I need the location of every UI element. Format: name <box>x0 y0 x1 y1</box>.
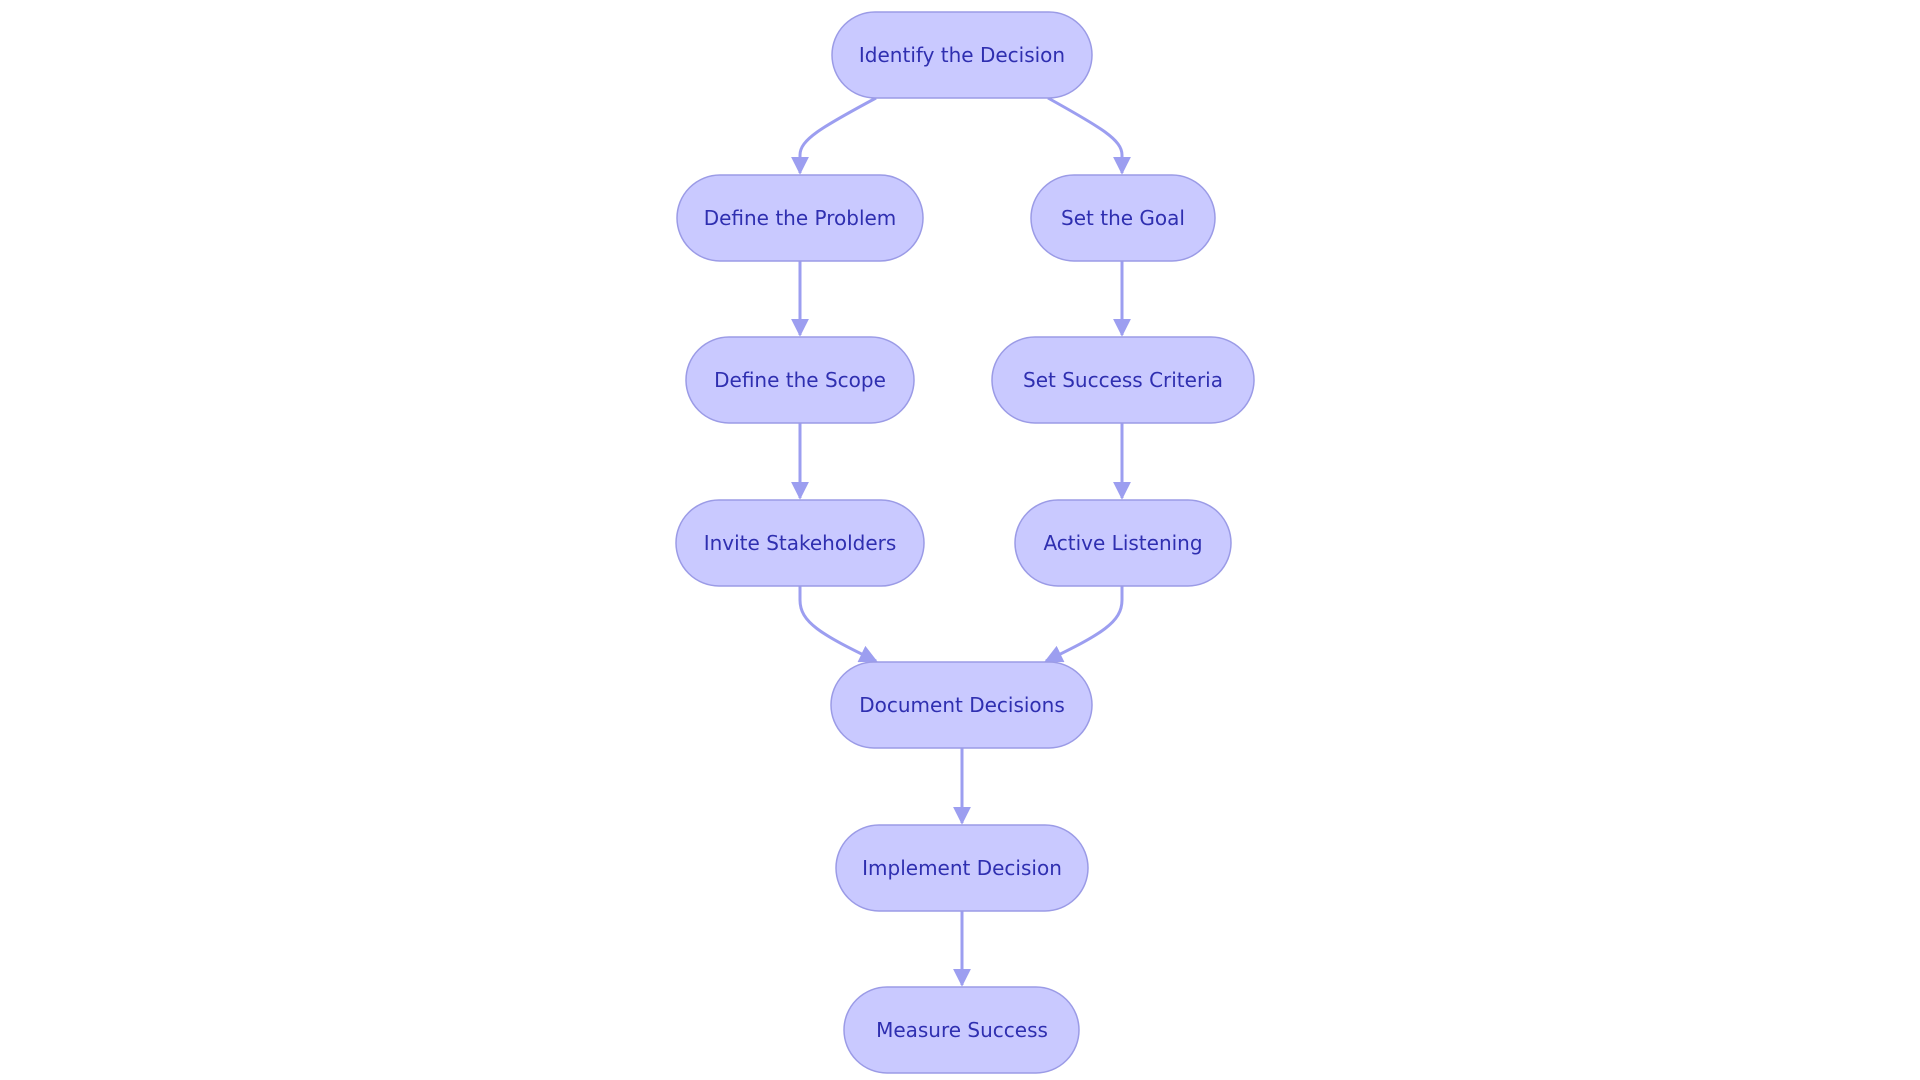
node-label: Set Success Criteria <box>1023 368 1223 392</box>
node-label: Document Decisions <box>859 693 1065 717</box>
node-label: Identify the Decision <box>859 43 1065 67</box>
node-implement-decision: Implement Decision <box>835 824 1089 912</box>
node-set-the-goal: Set the Goal <box>1030 174 1216 262</box>
node-invite-stakeholders: Invite Stakeholders <box>675 499 925 587</box>
flowchart: Identify the Decision Define the Problem… <box>675 11 1255 1074</box>
node-active-listening: Active Listening <box>1014 499 1232 587</box>
node-define-the-problem: Define the Problem <box>676 174 924 262</box>
edge-stakeholders-document <box>798 586 878 663</box>
node-label: Set the Goal <box>1061 206 1185 230</box>
node-set-success-criteria: Set Success Criteria <box>991 336 1255 424</box>
edge-listening-document <box>1044 586 1124 663</box>
edge-identify-problem <box>791 96 877 175</box>
node-label: Define the Problem <box>704 206 897 230</box>
node-label: Measure Success <box>876 1018 1048 1042</box>
node-label: Define the Scope <box>714 368 886 392</box>
node-label: Implement Decision <box>862 856 1062 880</box>
node-measure-success: Measure Success <box>843 986 1080 1074</box>
node-label: Active Listening <box>1043 531 1202 555</box>
node-label: Invite Stakeholders <box>704 531 897 555</box>
edge-identify-goal <box>1047 96 1131 175</box>
node-document-decisions: Document Decisions <box>830 661 1093 749</box>
node-identify-the-decision: Identify the Decision <box>831 11 1093 99</box>
node-define-the-scope: Define the Scope <box>685 336 915 424</box>
